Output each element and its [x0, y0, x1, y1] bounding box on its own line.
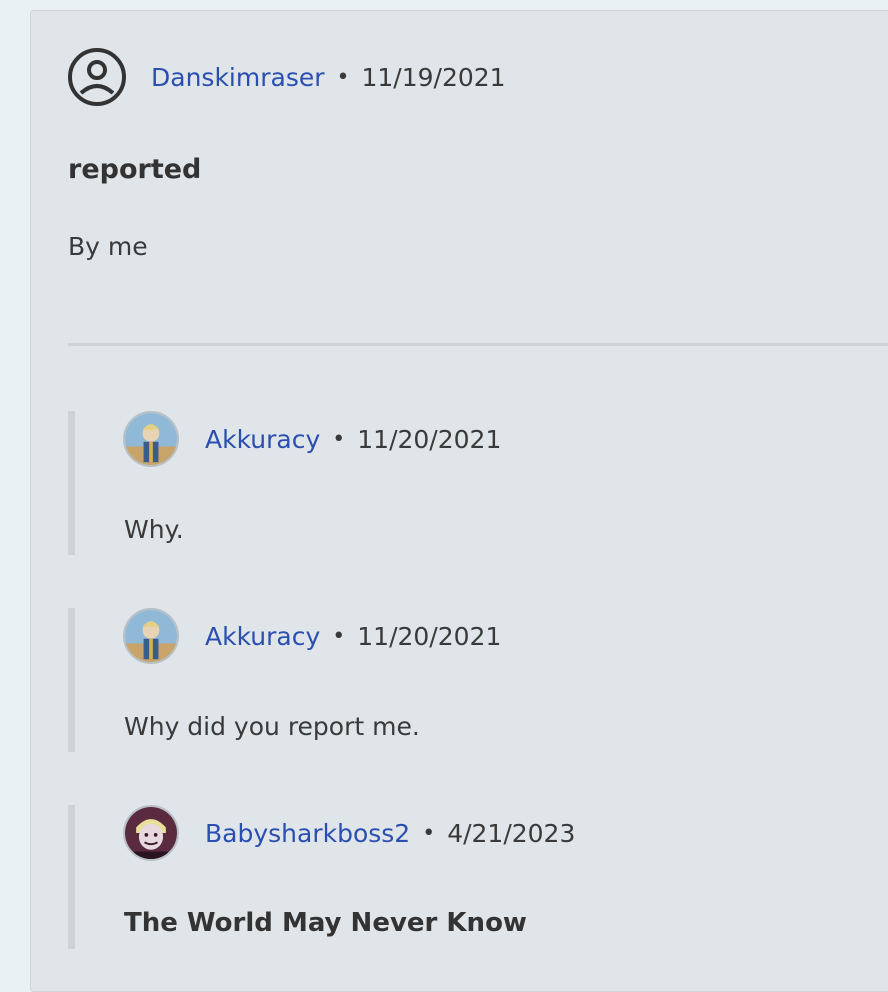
separator-dot: •: [332, 623, 346, 649]
post-body: By me: [68, 232, 148, 261]
separator-dot: •: [336, 64, 350, 90]
reply-header: Akkuracy • 11/20/2021: [123, 411, 501, 467]
reply-indent-bar: [68, 608, 75, 752]
reply-date: 11/20/2021: [357, 621, 502, 651]
separator-dot: •: [332, 426, 346, 452]
reply-body: Why did you report me.: [124, 712, 420, 741]
post-header: Danskimraser • 11/19/2021: [67, 47, 506, 107]
reply-username-link[interactable]: Akkuracy: [205, 425, 320, 454]
reply-username-link[interactable]: Akkuracy: [205, 622, 320, 651]
reply-body: The World May Never Know: [124, 908, 527, 938]
post-title: reported: [68, 154, 202, 185]
comment-card: Danskimraser • 11/19/2021 reported By me…: [30, 10, 888, 992]
separator-dot: •: [422, 820, 436, 846]
user-avatar-icon[interactable]: [67, 47, 127, 107]
reply-header: Akkuracy • 11/20/2021: [123, 608, 501, 664]
reply-username-link[interactable]: Babysharkboss2: [205, 819, 410, 848]
reply-indent-bar: [68, 805, 75, 949]
reply-date: 4/21/2023: [447, 818, 576, 848]
avatar[interactable]: [123, 608, 179, 664]
avatar[interactable]: [123, 411, 179, 467]
reply-indent-bar: [68, 411, 75, 555]
reply-date: 11/20/2021: [357, 424, 502, 454]
post-username-link[interactable]: Danskimraser: [151, 63, 325, 92]
post-date: 11/19/2021: [361, 62, 506, 92]
divider: [68, 343, 888, 346]
reply-body: Why.: [124, 515, 184, 544]
avatar[interactable]: [123, 805, 179, 861]
reply-header: Babysharkboss2 • 4/21/2023: [123, 805, 575, 861]
